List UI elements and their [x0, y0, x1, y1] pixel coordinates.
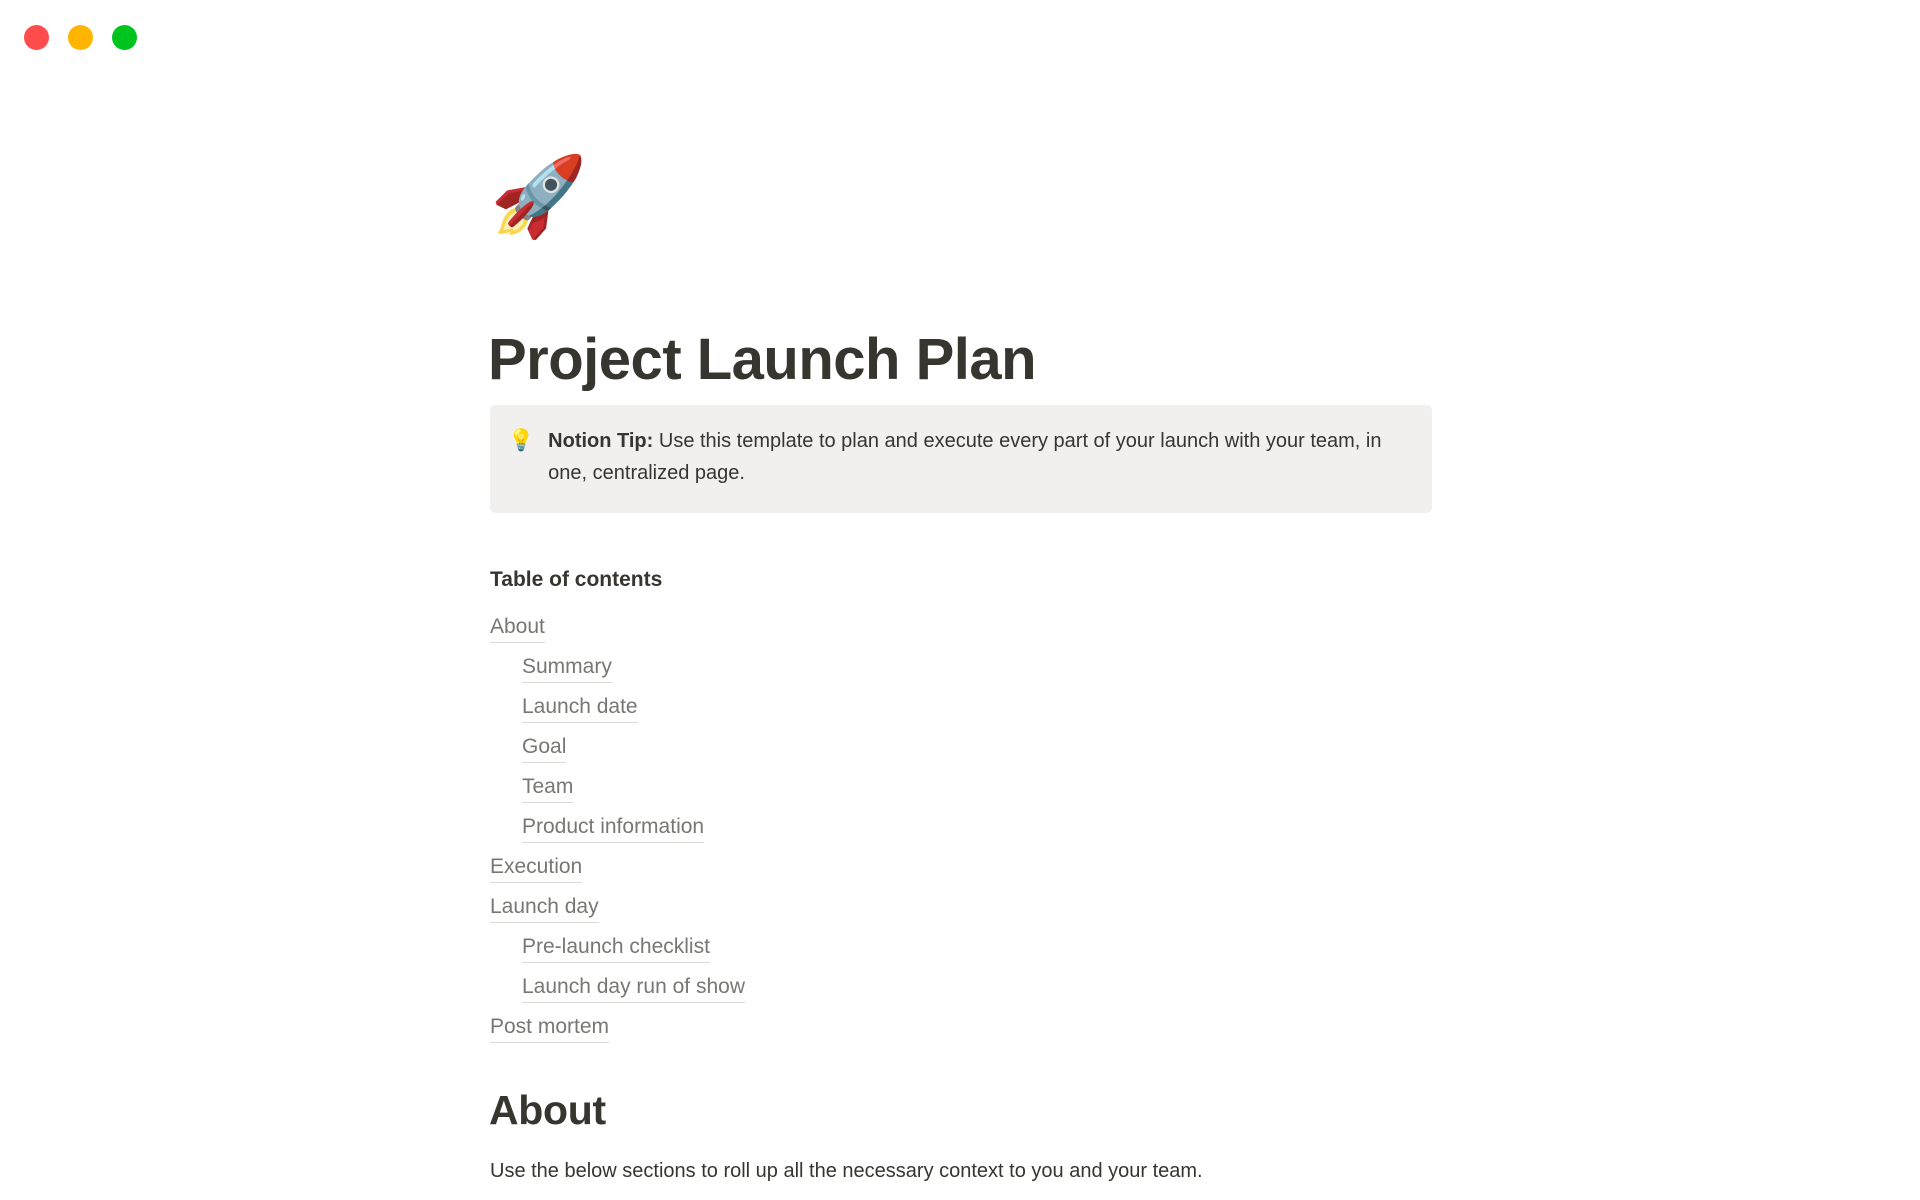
- toc-item: Goal: [490, 727, 1190, 767]
- toc-link[interactable]: Launch day: [490, 892, 599, 923]
- toc-item: Summary: [490, 647, 1190, 687]
- toc-link[interactable]: Launch date: [522, 692, 638, 723]
- toc-item: Execution: [490, 847, 1190, 887]
- notion-tip-callout[interactable]: 💡 Notion Tip: Use this template to plan …: [490, 405, 1432, 513]
- rocket-icon[interactable]: 🚀: [490, 157, 587, 235]
- toc-item: Product information: [490, 807, 1190, 847]
- callout-label: Notion Tip:: [548, 430, 654, 452]
- toc-item: Launch date: [490, 687, 1190, 727]
- toc-link[interactable]: Summary: [522, 652, 612, 683]
- toc-item: About: [490, 607, 1190, 647]
- toc-link[interactable]: Pre-launch checklist: [522, 932, 710, 963]
- callout-text: Notion Tip: Use this template to plan an…: [548, 425, 1393, 489]
- about-section-heading: About: [489, 1087, 606, 1133]
- close-window-icon[interactable]: [24, 25, 49, 50]
- minimize-window-icon[interactable]: [68, 25, 93, 50]
- toc-link[interactable]: Product information: [522, 812, 705, 843]
- about-section-paragraph: Use the below sections to roll up all th…: [490, 1160, 1203, 1182]
- traffic-lights: [24, 25, 137, 50]
- toc-link[interactable]: Launch day run of show: [522, 972, 745, 1003]
- document-page: 🚀 Project Launch Plan 💡 Notion Tip: Use …: [0, 74, 1920, 1200]
- callout-body: Use this template to plan and execute ev…: [548, 430, 1382, 484]
- toc-item: Launch day run of show: [490, 967, 1190, 1007]
- lightbulb-icon: 💡: [508, 429, 535, 452]
- toc-item: Team: [490, 767, 1190, 807]
- toc-link[interactable]: Execution: [490, 852, 583, 883]
- toc-link[interactable]: Goal: [522, 732, 567, 763]
- page-title: Project Launch Plan: [488, 327, 1037, 392]
- toc-item: Pre-launch checklist: [490, 927, 1190, 967]
- maximize-window-icon[interactable]: [112, 25, 137, 50]
- toc-link[interactable]: Post mortem: [490, 1012, 610, 1043]
- toc-link[interactable]: Team: [522, 772, 574, 803]
- window-chrome: [0, 0, 1920, 74]
- toc-link[interactable]: About: [490, 612, 545, 643]
- toc-item: Launch day: [490, 887, 1190, 927]
- toc-item: Post mortem: [490, 1007, 1190, 1047]
- table-of-contents: About Summary Launch date Goal Team Product i…: [490, 607, 1190, 1047]
- table-of-contents-heading: Table of contents: [490, 568, 663, 591]
